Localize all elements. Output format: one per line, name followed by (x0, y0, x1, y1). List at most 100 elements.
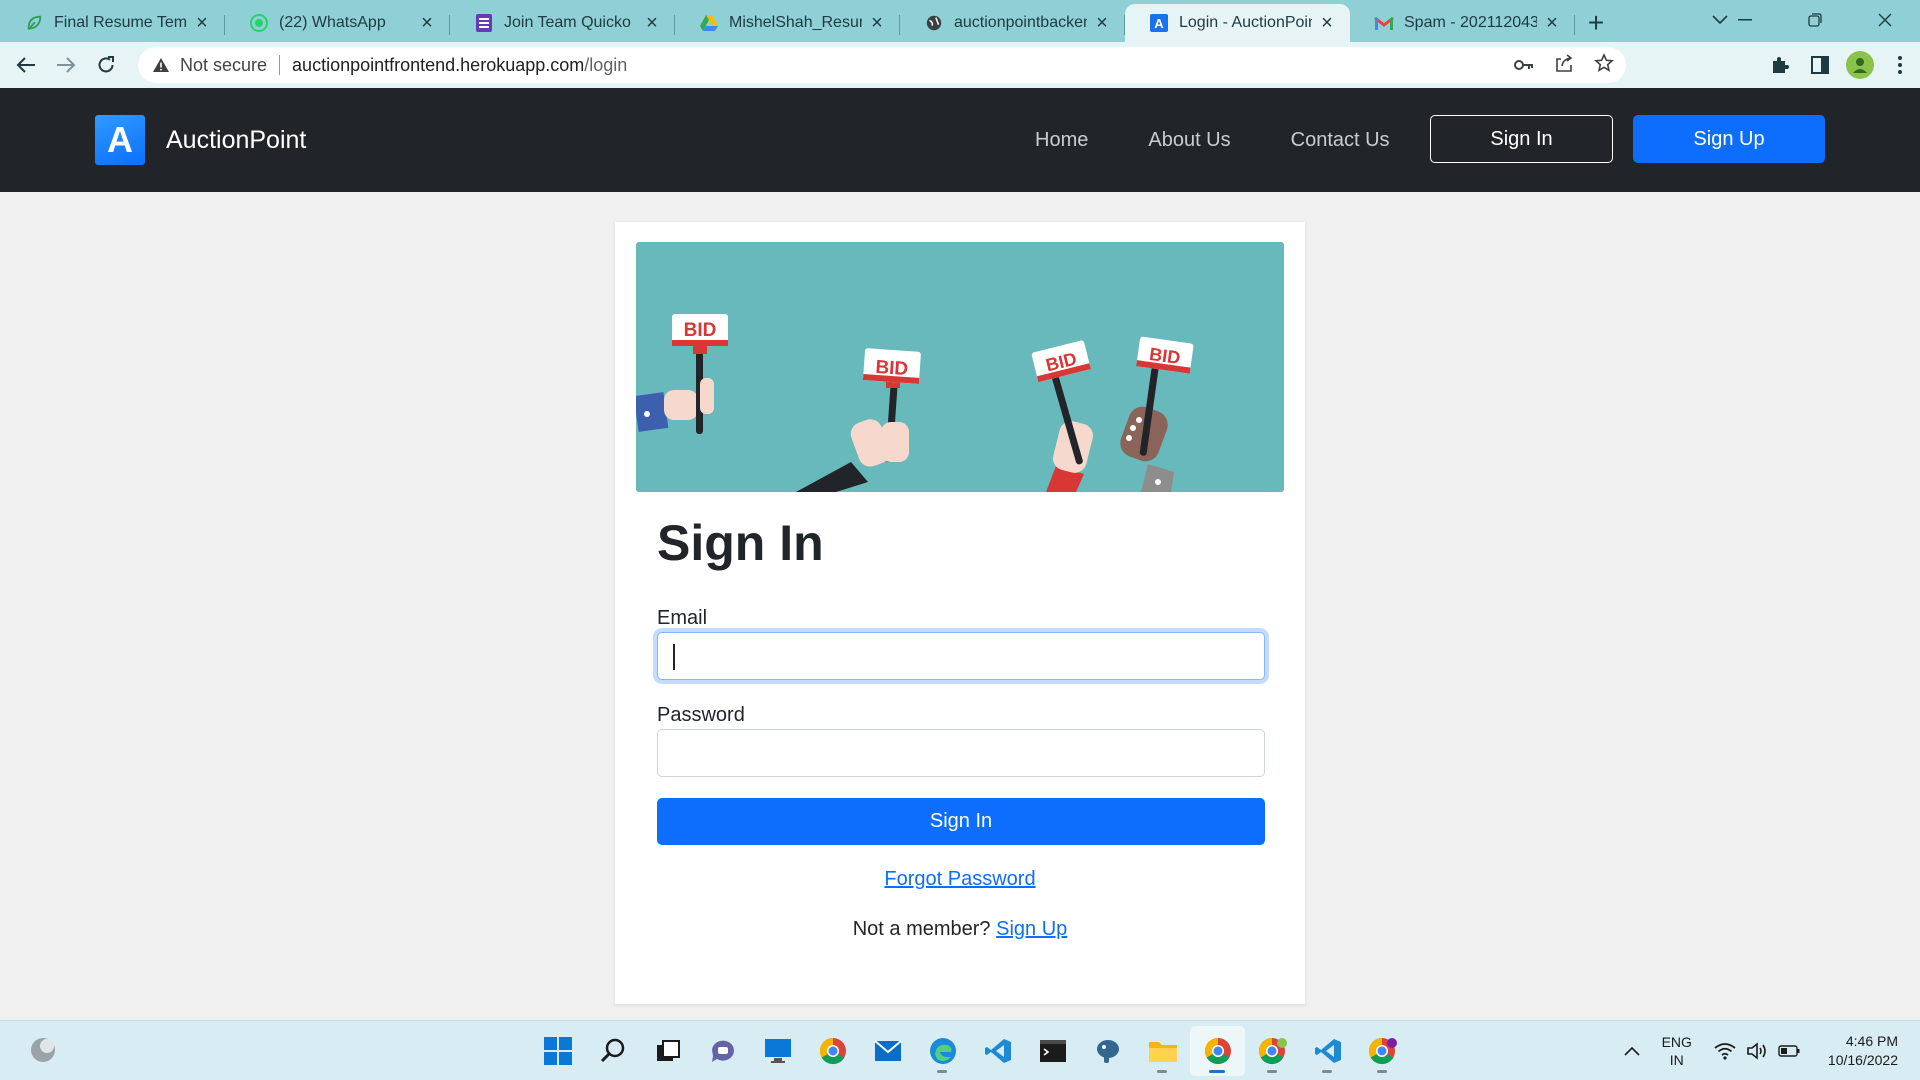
extensions-puzzle-icon[interactable] (1760, 45, 1800, 85)
mail-icon[interactable] (860, 1026, 915, 1076)
tab-title: (22) WhatsApp (279, 14, 386, 31)
browser-tab-5[interactable]: auctionpointbackend × (900, 4, 1125, 42)
task-view-icon[interactable] (640, 1026, 695, 1076)
brand-link[interactable]: A AuctionPoint (95, 115, 306, 165)
nav-links: Home About Us Contact Us (1035, 88, 1390, 192)
nav-sign-up-button[interactable]: Sign Up (1633, 115, 1825, 163)
password-input[interactable] (657, 729, 1265, 777)
address-bar[interactable]: Not secure auctionpointfrontend.herokuap… (138, 47, 1626, 83)
tab-title: Join Team Quicko (504, 14, 631, 31)
minimize-icon[interactable] (1710, 0, 1780, 40)
page-title: Sign In (657, 515, 824, 571)
forgot-password-link[interactable]: Forgot Password (884, 868, 1035, 890)
email-input[interactable] (657, 632, 1265, 680)
browser-tab-strip: Final Resume Template × (22) WhatsApp × … (0, 0, 1920, 42)
clock-time: 4:46 PM (1845, 1033, 1898, 1049)
wifi-icon[interactable] (1714, 1042, 1736, 1060)
teams-chat-icon[interactable] (695, 1026, 750, 1076)
bid-sign-label: BID (684, 320, 717, 341)
system-tray: ENG IN 4:46 PM 10/16/2022 (1624, 1021, 1920, 1080)
sign-in-submit-button[interactable]: Sign In (657, 798, 1265, 845)
close-icon[interactable]: × (418, 12, 436, 35)
close-icon[interactable]: × (1543, 12, 1561, 35)
volume-icon[interactable] (1746, 1042, 1768, 1060)
tab-title: auctionpointbackend (954, 14, 1087, 31)
reload-icon[interactable] (86, 45, 126, 85)
vscode-second-icon[interactable] (1300, 1026, 1355, 1076)
auction-bid-banner-image: BID BID BID BID (636, 242, 1284, 492)
postgres-elephant-icon[interactable] (1080, 1026, 1135, 1076)
taskbar-apps (530, 1021, 1410, 1080)
close-icon[interactable]: × (193, 12, 211, 35)
globe-icon (924, 13, 944, 33)
url-path: /login (584, 54, 628, 75)
share-icon[interactable] (1554, 53, 1574, 78)
chevron-up-icon[interactable] (1624, 1043, 1640, 1059)
edge-icon[interactable] (915, 1026, 970, 1076)
profile-avatar[interactable] (1840, 45, 1880, 85)
chrome-profile-2-icon[interactable] (1355, 1026, 1410, 1076)
close-icon[interactable]: × (643, 12, 661, 35)
email-label: Email (657, 607, 708, 629)
sign-up-link[interactable]: Sign Up (996, 918, 1067, 940)
side-panel-icon[interactable] (1800, 45, 1840, 85)
browser-tab-3[interactable]: Join Team Quicko × (450, 4, 675, 42)
security-label[interactable]: Not secure (180, 55, 267, 76)
file-explorer-folder-icon[interactable] (1135, 1026, 1190, 1076)
whatsapp-icon (249, 13, 269, 33)
forward-arrow-icon[interactable] (46, 45, 86, 85)
language-indicator[interactable]: ENG IN (1662, 1033, 1692, 1069)
battery-icon[interactable] (1778, 1045, 1800, 1057)
browser-tab-2[interactable]: (22) WhatsApp × (225, 4, 450, 42)
nav-link-about-us[interactable]: About Us (1148, 129, 1230, 152)
desktop-monitor-icon[interactable] (750, 1026, 805, 1076)
warning-triangle-icon[interactable] (152, 57, 170, 73)
gmail-icon (1374, 13, 1394, 33)
browser-toolbar: Not secure auctionpointfrontend.herokuap… (0, 42, 1920, 88)
search-icon[interactable] (585, 1026, 640, 1076)
windows-taskbar: ENG IN 4:46 PM 10/16/2022 (0, 1020, 1920, 1080)
close-icon[interactable]: × (868, 12, 886, 35)
window-close-icon[interactable] (1850, 0, 1920, 40)
signup-prompt: Not a member? Sign Up (615, 918, 1305, 941)
auctionpoint-tab-icon: A (1149, 13, 1169, 33)
close-icon[interactable]: × (1318, 12, 1336, 35)
restore-icon[interactable] (1780, 0, 1850, 40)
kebab-menu-icon[interactable] (1880, 45, 1920, 85)
nav-sign-in-button[interactable]: Sign In (1430, 115, 1613, 163)
chrome-icon[interactable] (805, 1026, 860, 1076)
chrome-active-icon[interactable] (1190, 1026, 1245, 1076)
tab-title: Login - AuctionPoint (1179, 14, 1312, 31)
chrome-profile-icon[interactable] (1245, 1026, 1300, 1076)
bid-sign-label: BID (1148, 344, 1181, 368)
tab-title: Final Resume Template (54, 14, 187, 31)
nav-link-home[interactable]: Home (1035, 129, 1088, 152)
weather-widget-icon[interactable] (28, 1035, 58, 1065)
text-caret (673, 644, 675, 670)
browser-tab-4[interactable]: MishelShah_Resume × (675, 4, 900, 42)
clock-date: 10/16/2022 (1827, 1052, 1898, 1068)
tab-title: Spam - 202112043@ (1404, 14, 1537, 31)
windows-start-icon[interactable] (530, 1026, 585, 1076)
browser-tab-active[interactable]: A Login - AuctionPoint × (1125, 4, 1350, 42)
browser-tab-1[interactable]: Final Resume Template × (0, 4, 225, 42)
terminal-icon[interactable] (1025, 1026, 1080, 1076)
password-label: Password (657, 704, 745, 726)
star-bookmark-icon[interactable] (1594, 52, 1614, 78)
key-icon[interactable] (1514, 55, 1534, 76)
back-arrow-icon[interactable] (6, 45, 46, 85)
member-prompt-text: Not a member? (852, 918, 991, 940)
url-host: auctionpointfrontend.herokuapp.com (292, 54, 585, 75)
clock[interactable]: 4:46 PM 10/16/2022 (1828, 1032, 1898, 1070)
vscode-icon[interactable] (970, 1026, 1025, 1076)
svg-text:A: A (1154, 16, 1164, 31)
browser-tab-7[interactable]: Spam - 202112043@ × (1350, 4, 1575, 42)
drive-icon (699, 13, 719, 33)
tab-title: MishelShah_Resume (729, 14, 862, 31)
leaf-icon (24, 13, 44, 33)
brand-name: AuctionPoint (166, 125, 307, 154)
language-code: ENG (1661, 1034, 1692, 1050)
new-tab-button[interactable]: + (1575, 4, 1617, 42)
nav-link-contact-us[interactable]: Contact Us (1291, 129, 1390, 152)
close-icon[interactable]: × (1093, 12, 1111, 35)
